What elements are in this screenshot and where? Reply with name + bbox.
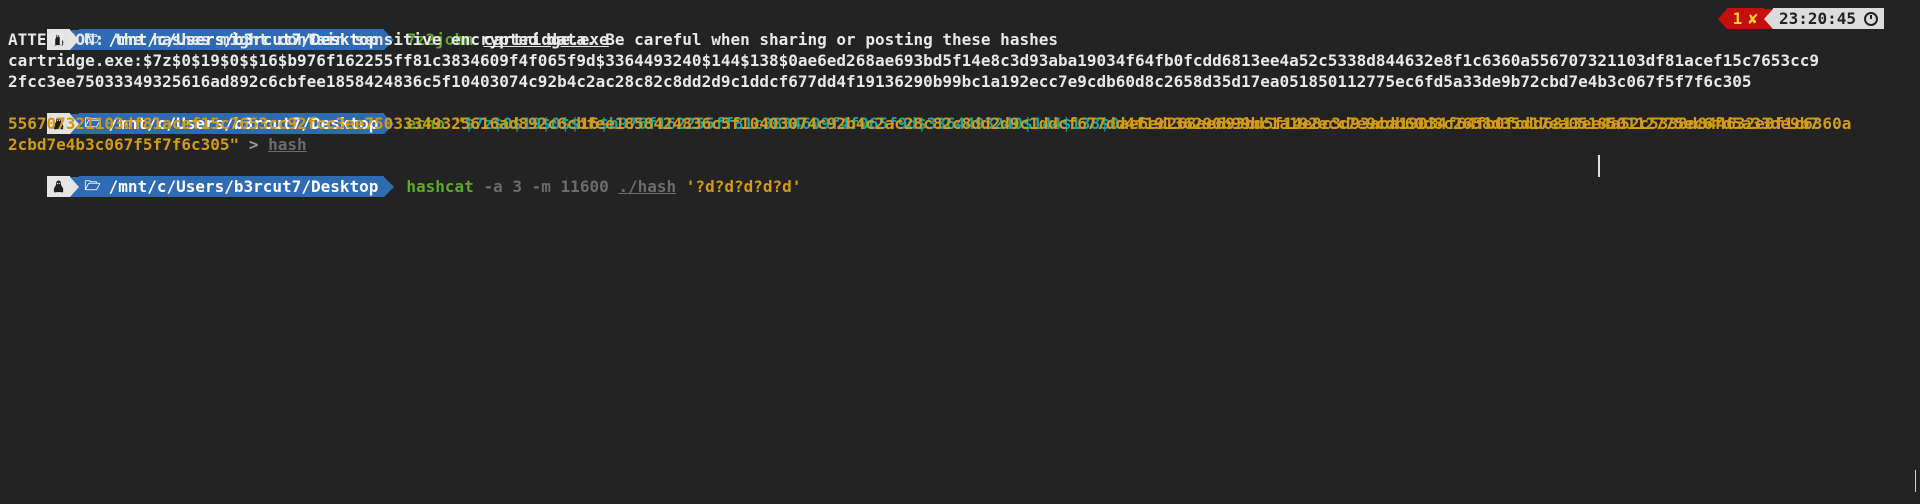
command-option: -m [531,177,551,196]
redirect-operator: > [239,135,269,154]
text-cursor [1598,155,1600,177]
shell-prompt: 🗁 /mnt/c/Users/b3rcut7/Desktop [46,176,407,197]
terminal-line[interactable]: 🗁 /mnt/c/Users/b3rcut7/Desktop hashcat -… [0,155,1920,197]
command-continuation: 556707321103df81acef15c7653cc92fcc3ee750… [8,114,1819,133]
hash-file-path: ./hash [618,177,677,196]
command-continuation: 2cbd7e4b3c067f5f7f6c305" > hash [0,134,1920,155]
scrollbar-marker[interactable] [1915,470,1916,492]
tux-icon [46,176,70,197]
command-option: -a [483,177,503,196]
output-line: 2fcc3ee75033349325616ad892c6cbfee1858424… [8,72,1752,91]
terminal-line: 🗁 /mnt/c/Users/b3rcut7/Desktop 7z2john c… [0,8,1920,50]
option-value: 3 [512,177,522,196]
terminal-line: 🗁 /mnt/c/Users/b3rcut7/Desktop echo "$7z… [0,92,1920,134]
redirect-target: hash [268,135,307,154]
mask-string: '?d?d?d?d?d' [685,177,802,196]
prompt-path: /mnt/c/Users/b3rcut7/Desktop [108,177,379,196]
option-value: 11600 [560,177,609,196]
string-literal: 2cbd7e4b3c067f5f7f6c305" [8,135,240,154]
output-line: ATTENTION: the hashes might contain sens… [8,30,1058,49]
folder-icon: 🗁 [84,179,101,194]
prompt-path-segment: 🗁 /mnt/c/Users/b3rcut7/Desktop [78,176,385,197]
output-line: cartridge.exe:$7z$0$19$0$$16$b976f162255… [8,51,1819,70]
prompt-separator [69,176,79,197]
command-name: hashcat [406,177,474,196]
prompt-separator [384,176,395,197]
terminal-window[interactable]: 1 ✘ 23:20:45 🗁 /mnt/c/Users/b3rcut7/Desk… [0,0,1920,504]
